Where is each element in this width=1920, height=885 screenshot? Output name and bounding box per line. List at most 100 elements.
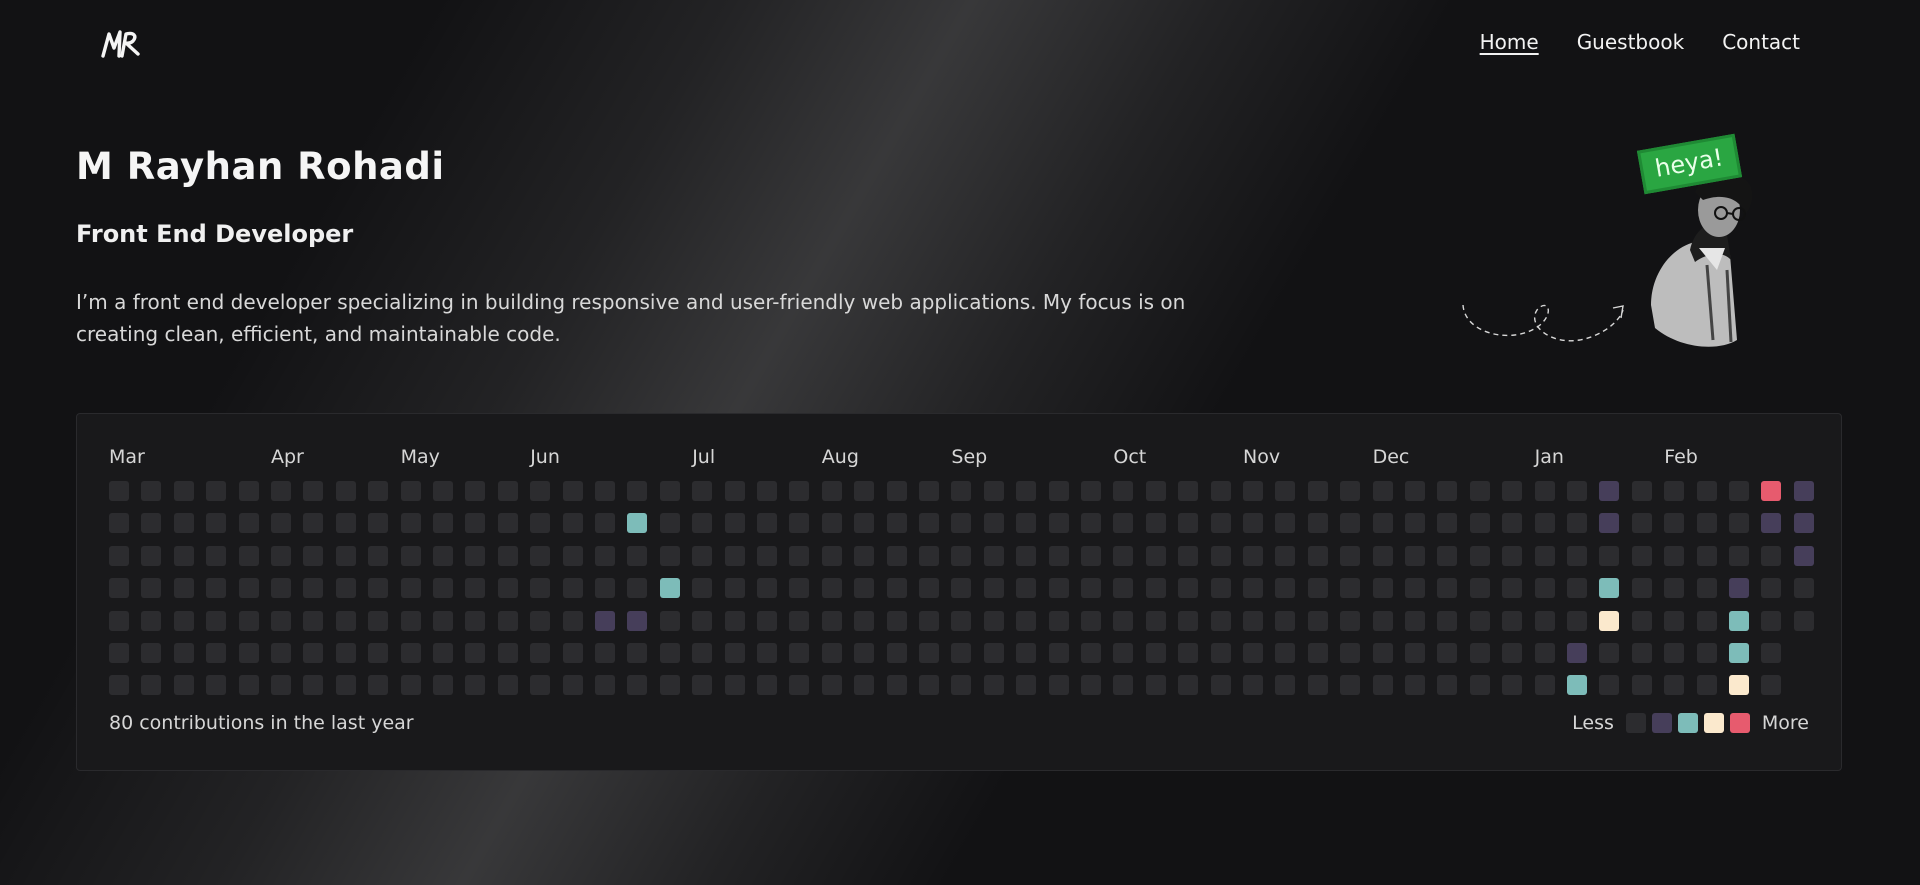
contribution-cell[interactable] bbox=[951, 643, 972, 663]
contribution-cell[interactable] bbox=[1664, 578, 1685, 599]
contribution-cell[interactable] bbox=[1243, 610, 1263, 631]
contribution-cell[interactable] bbox=[109, 481, 129, 501]
contribution-cell[interactable] bbox=[1372, 578, 1393, 599]
contribution-cell[interactable] bbox=[497, 513, 518, 534]
contribution-cell[interactable] bbox=[1793, 481, 1814, 501]
contribution-cell[interactable] bbox=[271, 481, 291, 501]
contribution-cell[interactable] bbox=[757, 610, 777, 631]
contribution-cell[interactable] bbox=[1631, 481, 1652, 501]
contribution-cell[interactable] bbox=[1469, 675, 1490, 696]
contribution-cell[interactable] bbox=[303, 545, 324, 566]
contribution-cell[interactable] bbox=[465, 675, 486, 696]
contribution-cell[interactable] bbox=[238, 610, 259, 631]
contribution-cell[interactable] bbox=[627, 610, 648, 631]
contribution-cell[interactable] bbox=[1372, 545, 1393, 566]
contribution-cell[interactable] bbox=[465, 643, 486, 663]
contribution-cell[interactable] bbox=[1243, 675, 1263, 696]
contribution-cell[interactable] bbox=[951, 675, 972, 696]
contribution-cell[interactable] bbox=[562, 513, 583, 534]
contribution-cell[interactable] bbox=[1275, 513, 1296, 534]
contribution-cell[interactable] bbox=[303, 513, 324, 534]
contribution-cell[interactable] bbox=[1113, 675, 1134, 696]
contribution-cell[interactable] bbox=[238, 481, 259, 501]
contribution-cell[interactable] bbox=[724, 513, 745, 534]
contribution-cell[interactable] bbox=[1567, 610, 1587, 631]
contribution-cell[interactable] bbox=[724, 481, 745, 501]
contribution-cell[interactable] bbox=[173, 545, 194, 566]
contribution-cell[interactable] bbox=[983, 643, 1004, 663]
contribution-cell[interactable] bbox=[141, 675, 162, 696]
contribution-cell[interactable] bbox=[1631, 513, 1652, 534]
contribution-cell[interactable] bbox=[1307, 513, 1328, 534]
contribution-cell[interactable] bbox=[1016, 643, 1037, 663]
contribution-cell[interactable] bbox=[1145, 513, 1166, 534]
contribution-cell[interactable] bbox=[951, 481, 972, 501]
contribution-cell[interactable] bbox=[1793, 578, 1814, 599]
contribution-cell[interactable] bbox=[1113, 545, 1134, 566]
contribution-cell[interactable] bbox=[627, 578, 648, 599]
contribution-cell[interactable] bbox=[757, 545, 777, 566]
contribution-cell[interactable] bbox=[238, 643, 259, 663]
contribution-cell[interactable] bbox=[1502, 513, 1523, 534]
contribution-cell[interactable] bbox=[1469, 481, 1490, 501]
contribution-cell[interactable] bbox=[1210, 481, 1231, 501]
contribution-cell[interactable] bbox=[433, 545, 453, 566]
contribution-cell[interactable] bbox=[1696, 610, 1717, 631]
contribution-cell[interactable] bbox=[1729, 643, 1749, 663]
logo-icon[interactable] bbox=[100, 26, 142, 62]
contribution-cell[interactable] bbox=[238, 675, 259, 696]
contribution-cell[interactable] bbox=[1567, 578, 1587, 599]
contribution-cell[interactable] bbox=[1437, 481, 1458, 501]
contribution-cell[interactable] bbox=[659, 481, 680, 501]
contribution-cell[interactable] bbox=[141, 513, 162, 534]
contribution-cell[interactable] bbox=[1793, 545, 1814, 566]
contribution-cell[interactable] bbox=[1210, 545, 1231, 566]
contribution-cell[interactable] bbox=[659, 610, 680, 631]
contribution-cell[interactable] bbox=[1534, 578, 1555, 599]
contribution-cell[interactable] bbox=[789, 578, 810, 599]
contribution-cell[interactable] bbox=[757, 513, 777, 534]
contribution-cell[interactable] bbox=[1081, 481, 1101, 501]
contribution-cell[interactable] bbox=[919, 578, 939, 599]
contribution-cell[interactable] bbox=[1081, 513, 1101, 534]
contribution-cell[interactable] bbox=[1210, 643, 1231, 663]
contribution-cell[interactable] bbox=[1307, 675, 1328, 696]
contribution-cell[interactable] bbox=[1372, 610, 1393, 631]
contribution-cell[interactable] bbox=[1048, 578, 1069, 599]
contribution-cell[interactable] bbox=[1664, 545, 1685, 566]
contribution-cell[interactable] bbox=[1696, 643, 1717, 663]
contribution-cell[interactable] bbox=[1145, 545, 1166, 566]
contribution-cell[interactable] bbox=[1761, 513, 1782, 534]
contribution-cell[interactable] bbox=[109, 675, 129, 696]
contribution-cell[interactable] bbox=[919, 610, 939, 631]
contribution-cell[interactable] bbox=[1275, 643, 1296, 663]
contribution-cell[interactable] bbox=[400, 610, 421, 631]
contribution-cell[interactable] bbox=[919, 643, 939, 663]
contribution-cell[interactable] bbox=[951, 513, 972, 534]
contribution-cell[interactable] bbox=[1048, 481, 1069, 501]
contribution-cell[interactable] bbox=[465, 545, 486, 566]
contribution-cell[interactable] bbox=[1307, 643, 1328, 663]
contribution-cell[interactable] bbox=[1502, 643, 1523, 663]
contribution-cell[interactable] bbox=[1016, 578, 1037, 599]
contribution-cell[interactable] bbox=[206, 610, 227, 631]
contribution-cell[interactable] bbox=[562, 610, 583, 631]
contribution-cell[interactable] bbox=[659, 545, 680, 566]
contribution-cell[interactable] bbox=[659, 578, 680, 599]
contribution-cell[interactable] bbox=[1081, 545, 1101, 566]
contribution-cell[interactable] bbox=[886, 578, 907, 599]
contribution-cell[interactable] bbox=[1469, 545, 1490, 566]
contribution-cell[interactable] bbox=[1534, 545, 1555, 566]
contribution-cell[interactable] bbox=[271, 578, 291, 599]
contribution-cell[interactable] bbox=[1275, 675, 1296, 696]
contribution-cell[interactable] bbox=[1631, 610, 1652, 631]
contribution-cell[interactable] bbox=[1145, 643, 1166, 663]
contribution-cell[interactable] bbox=[1243, 578, 1263, 599]
contribution-cell[interactable] bbox=[1243, 643, 1263, 663]
contribution-cell[interactable] bbox=[1599, 643, 1620, 663]
contribution-cell[interactable] bbox=[627, 513, 648, 534]
contribution-cell[interactable] bbox=[1340, 578, 1361, 599]
contribution-cell[interactable] bbox=[141, 481, 162, 501]
contribution-cell[interactable] bbox=[1761, 643, 1782, 663]
contribution-cell[interactable] bbox=[1599, 675, 1620, 696]
